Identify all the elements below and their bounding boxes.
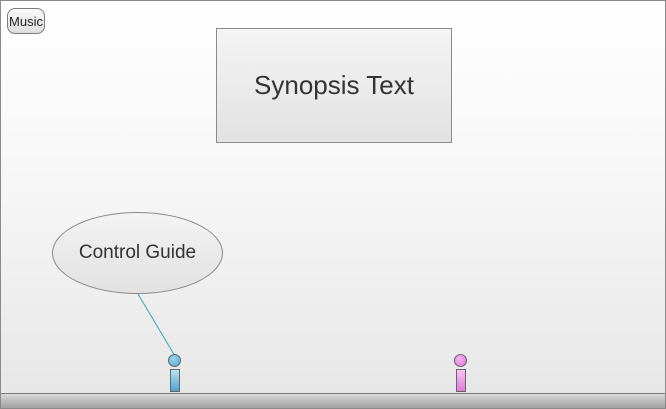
game-stage: Music Synopsis Text Control Guide <box>0 0 666 409</box>
synopsis-text-box: Synopsis Text <box>216 28 452 143</box>
blue-player-body <box>170 369 180 392</box>
pink-player-body <box>456 369 466 392</box>
control-guide-bubble: Control Guide <box>52 212 223 294</box>
music-button[interactable]: Music <box>7 8 45 34</box>
ground-platform <box>1 393 665 408</box>
blue-player-head <box>168 354 181 367</box>
pink-player-head <box>454 354 467 367</box>
pink-player-icon <box>453 354 469 394</box>
blue-player-icon <box>167 354 183 394</box>
